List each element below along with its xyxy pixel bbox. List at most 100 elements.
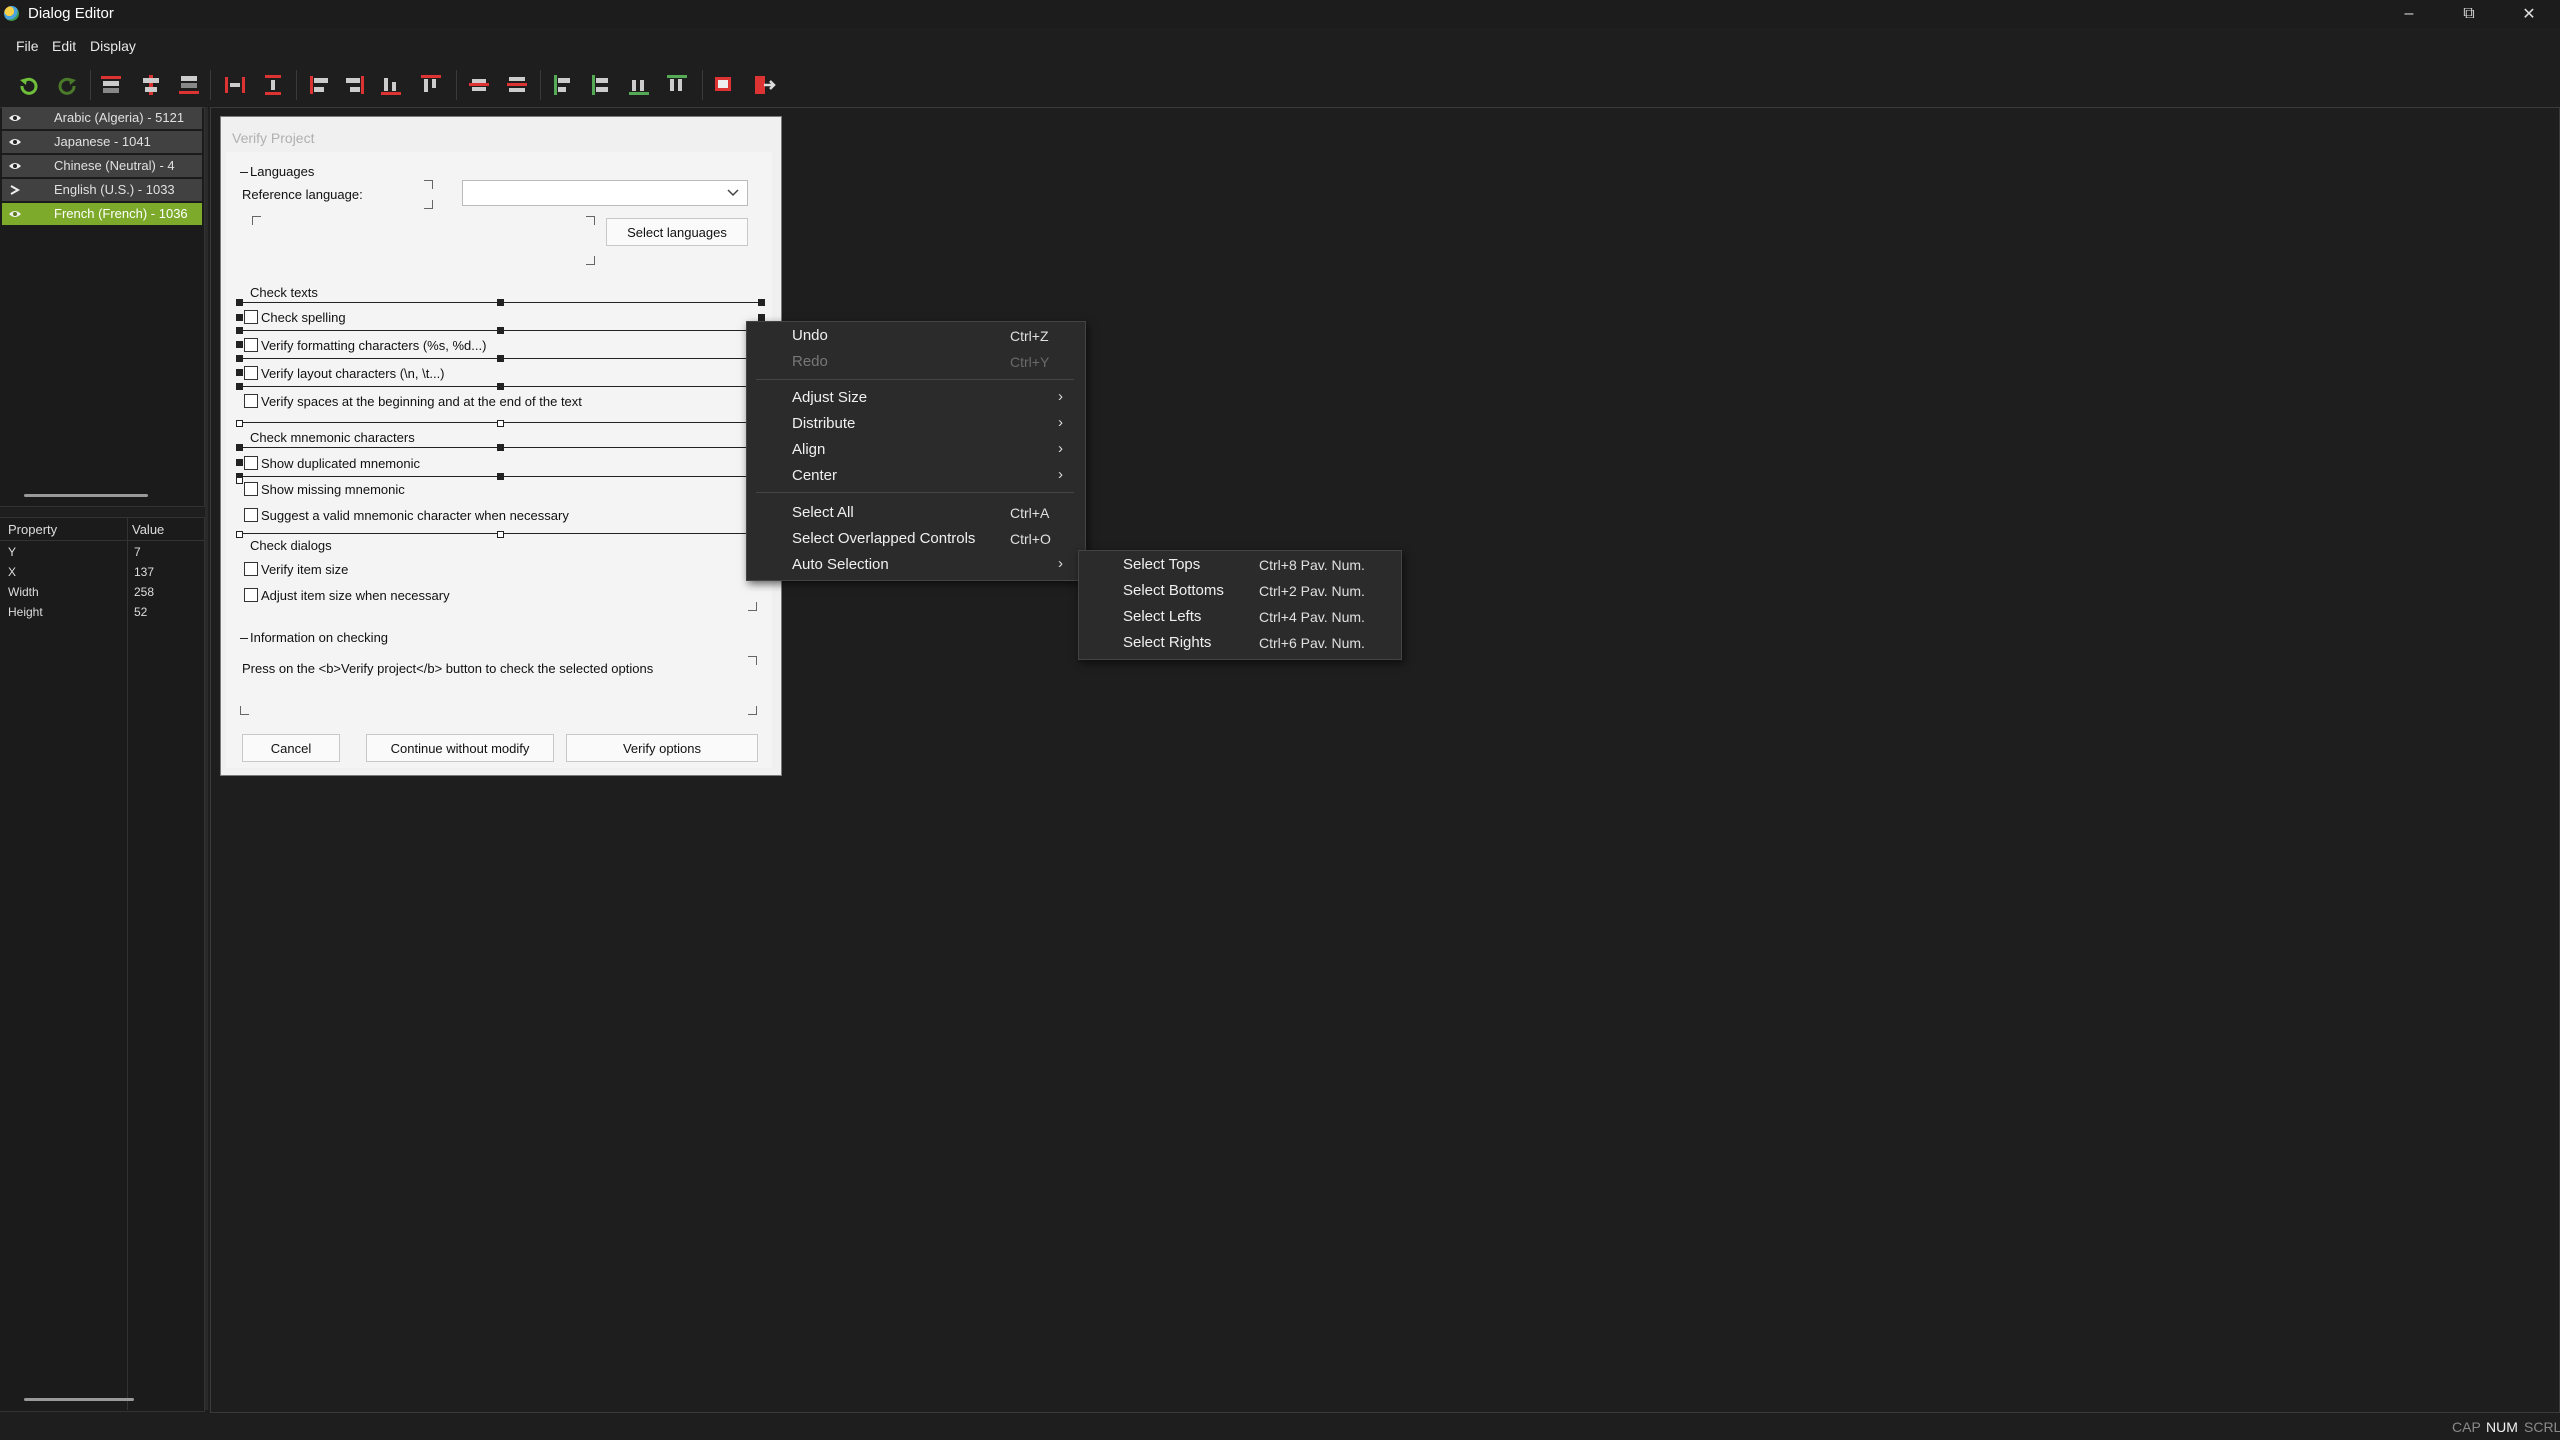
reference-language-select[interactable] xyxy=(462,180,748,206)
language-item[interactable]: English (U.S.) - 1033 xyxy=(2,179,202,201)
selection-handle[interactable] xyxy=(497,444,504,451)
cancel-button[interactable]: Cancel xyxy=(242,734,340,762)
check-texts-group-label[interactable]: Check texts xyxy=(250,285,318,300)
distribute-left-icon[interactable] xyxy=(550,72,576,98)
continue-without-modify-button[interactable]: Continue without modify xyxy=(366,734,554,762)
selection-handle[interactable] xyxy=(758,299,765,306)
select-languages-button[interactable]: Select languages xyxy=(606,218,748,246)
selection-handle[interactable] xyxy=(236,327,243,334)
language-item[interactable]: Chinese (Neutral) - 4 xyxy=(2,155,202,177)
space-horizontal-icon[interactable] xyxy=(222,72,248,98)
space-vertical-icon[interactable] xyxy=(260,72,286,98)
menu-item-select-tops[interactable]: Select Tops xyxy=(1123,556,1200,573)
align-top-icon[interactable] xyxy=(98,72,124,98)
selection-handle[interactable] xyxy=(236,477,243,484)
selection-handle[interactable] xyxy=(236,314,243,321)
selection-handle[interactable] xyxy=(497,355,504,362)
selection-handle[interactable] xyxy=(236,444,243,451)
menu-item-select-bottoms[interactable]: Select Bottoms xyxy=(1123,582,1224,599)
undo-icon[interactable] xyxy=(16,72,42,98)
language-list-scrollbar[interactable] xyxy=(24,494,148,497)
menu-item-select-lefts[interactable]: Select Lefts xyxy=(1123,608,1201,625)
show-missing-checkbox[interactable] xyxy=(244,482,258,496)
selection-handle[interactable] xyxy=(236,355,243,362)
selection-handle[interactable] xyxy=(497,473,504,480)
selection-handle[interactable] xyxy=(497,531,504,538)
menu-item-auto-selection[interactable]: Auto Selection xyxy=(792,556,889,573)
menu-item-redo[interactable]: Redo xyxy=(792,353,828,370)
selection-handle[interactable] xyxy=(497,383,504,390)
info-group-label[interactable]: Information on checking xyxy=(250,630,388,645)
language-item[interactable]: Japanese - 1041 xyxy=(2,131,202,153)
menu-item-select-all[interactable]: Select All xyxy=(792,504,854,521)
align-bottom-icon[interactable] xyxy=(176,72,202,98)
menu-item-adjust-size[interactable]: Adjust Size xyxy=(792,389,867,406)
close-button[interactable]: ✕ xyxy=(2500,0,2558,28)
verify-layout-checkbox[interactable] xyxy=(244,366,258,380)
menu-item-select-rights[interactable]: Select Rights xyxy=(1123,634,1211,651)
reference-language-label[interactable]: Reference language: xyxy=(242,187,363,202)
arrow-icon[interactable] xyxy=(8,184,22,196)
verify-spaces-checkbox[interactable] xyxy=(244,394,258,408)
property-value[interactable]: 258 xyxy=(134,585,154,599)
test-dialog-icon[interactable] xyxy=(710,72,736,98)
verify-item-size-checkbox[interactable] xyxy=(244,562,258,576)
verify-formatting-label[interactable]: Verify formatting characters (%s, %d...) xyxy=(261,338,486,353)
eye-icon[interactable] xyxy=(8,160,22,172)
selection-handle[interactable] xyxy=(236,341,243,348)
minimize-button[interactable]: – xyxy=(2380,0,2438,28)
show-missing-label[interactable]: Show missing mnemonic xyxy=(261,482,405,497)
selection-handle[interactable] xyxy=(497,327,504,334)
distribute-right-icon[interactable] xyxy=(588,72,614,98)
selection-handle[interactable] xyxy=(236,299,243,306)
verify-layout-label[interactable]: Verify layout characters (\n, \t...) xyxy=(261,366,445,381)
selection-handle[interactable] xyxy=(236,383,243,390)
redo-icon[interactable] xyxy=(54,72,80,98)
align-right-icon[interactable] xyxy=(342,72,368,98)
check-spelling-checkbox[interactable] xyxy=(244,310,258,324)
selection-handle[interactable] xyxy=(236,459,243,466)
property-column-header[interactable]: Property xyxy=(8,522,57,537)
verify-spaces-label[interactable]: Verify spaces at the beginning and at th… xyxy=(261,394,582,409)
menu-file[interactable]: File xyxy=(16,38,39,54)
restore-button[interactable]: ⧉ xyxy=(2440,0,2498,28)
menu-item-select-overlapped[interactable]: Select Overlapped Controls xyxy=(792,530,975,547)
properties-scrollbar[interactable] xyxy=(24,1398,134,1401)
show-duplicated-label[interactable]: Show duplicated mnemonic xyxy=(261,456,420,471)
verify-options-button[interactable]: Verify options xyxy=(566,734,758,762)
menu-item-undo[interactable]: Undo xyxy=(792,327,828,344)
adjust-item-size-label[interactable]: Adjust item size when necessary xyxy=(261,588,450,603)
distribute-top-icon[interactable] xyxy=(664,72,690,98)
align-heads-icon[interactable] xyxy=(418,72,444,98)
info-text[interactable]: Press on the <b>Verify project</b> butto… xyxy=(242,661,653,676)
eye-icon[interactable] xyxy=(8,208,22,220)
show-duplicated-checkbox[interactable] xyxy=(244,456,258,470)
verify-item-size-label[interactable]: Verify item size xyxy=(261,562,348,577)
align-left-icon[interactable] xyxy=(306,72,332,98)
verify-formatting-checkbox[interactable] xyxy=(244,338,258,352)
languages-group-label[interactable]: Languages xyxy=(250,164,314,179)
menu-item-align[interactable]: Align xyxy=(792,441,825,458)
menu-edit[interactable]: Edit xyxy=(52,38,76,54)
align-vertical-icon[interactable] xyxy=(138,72,164,98)
eye-icon[interactable] xyxy=(8,112,22,124)
value-column-header[interactable]: Value xyxy=(132,522,164,537)
selection-handle[interactable] xyxy=(497,299,504,306)
language-item-selected[interactable]: French (French) - 1036 xyxy=(2,203,202,225)
property-value[interactable]: 52 xyxy=(134,605,147,619)
selection-handle[interactable] xyxy=(236,420,243,427)
property-value[interactable]: 7 xyxy=(134,545,141,559)
menu-item-distribute[interactable]: Distribute xyxy=(792,415,855,432)
menu-display[interactable]: Display xyxy=(90,38,136,54)
align-base-icon[interactable] xyxy=(378,72,404,98)
suggest-valid-label[interactable]: Suggest a valid mnemonic character when … xyxy=(261,508,569,523)
selection-handle[interactable] xyxy=(236,369,243,376)
selection-handle[interactable] xyxy=(236,531,243,538)
menu-item-center[interactable]: Center xyxy=(792,467,837,484)
suggest-valid-checkbox[interactable] xyxy=(244,508,258,522)
property-value[interactable]: 137 xyxy=(134,565,154,579)
center-horizontal-icon[interactable] xyxy=(466,72,492,98)
adjust-item-size-checkbox[interactable] xyxy=(244,588,258,602)
selection-handle[interactable] xyxy=(758,314,765,321)
check-dialogs-group-label[interactable]: Check dialogs xyxy=(250,538,332,553)
